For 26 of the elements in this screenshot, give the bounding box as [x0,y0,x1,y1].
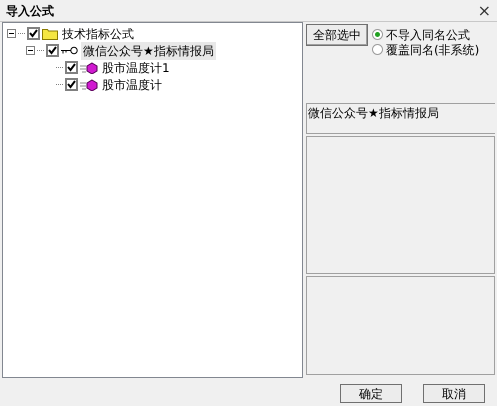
formula-icon [80,62,98,74]
info-text: 微信公众号★指标情报局 [306,103,495,134]
cancel-button[interactable]: 取消 [423,384,485,403]
tree-item[interactable]: 技术指标公式 [60,24,136,42]
collapse-toggle[interactable] [26,46,35,55]
tree-item[interactable]: 股市温度计1 [100,58,172,76]
radio-label[interactable]: 不导入同名公式 [386,26,470,44]
tree-item[interactable]: 股市温度计 [100,76,164,94]
tree-item[interactable]: 微信公众号★指标情报局 [81,42,216,60]
minus-icon [8,30,15,37]
checkbox[interactable] [46,44,59,57]
collapse-toggle[interactable] [7,29,16,38]
ok-button[interactable]: 确定 [340,384,402,403]
checkbox[interactable] [65,61,78,74]
key-icon [61,46,79,55]
radio-label[interactable]: 覆盖同名(非系统) [386,40,480,58]
minus-icon [27,47,34,54]
checkbox[interactable] [65,78,78,91]
close-button[interactable]: × [476,2,493,18]
radio-button[interactable] [372,29,383,40]
window-title: 导入公式 [6,2,54,20]
formula-icon [80,78,98,90]
folder-icon [42,27,58,40]
radio-button[interactable] [372,44,383,55]
select-all-button[interactable]: 全部选中 [306,24,368,46]
checkbox[interactable] [27,27,40,40]
